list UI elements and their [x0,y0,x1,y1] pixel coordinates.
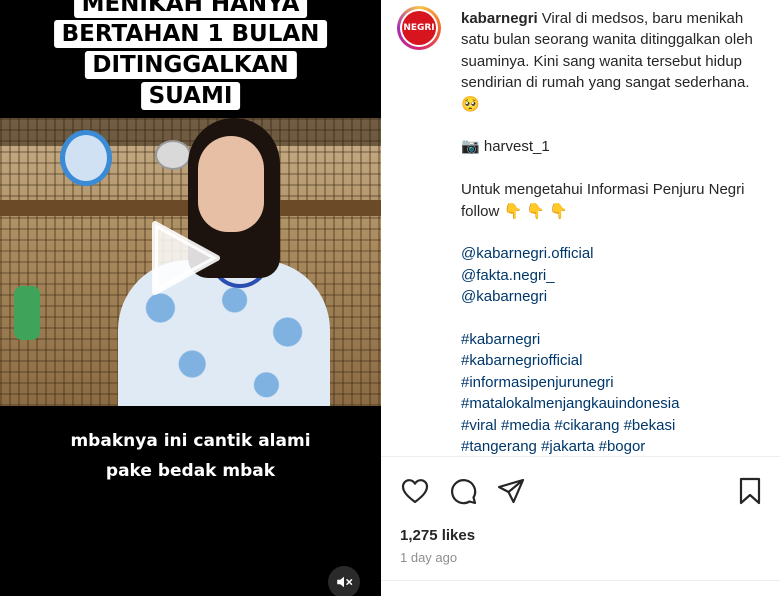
brand-logo: NEGRI [402,11,436,45]
bottom-caption-line-2: pake bedak mbak [105,461,276,481]
sad-face-icon: 🥺 [461,95,480,113]
video-player[interactable]: MENIKAH HANYA BERTAHAN 1 BULAN DITINGGAL… [0,0,381,596]
hashtag-link[interactable]: #kabarnegriofficial [461,350,761,371]
mention-link[interactable]: @kabarnegri.official [461,243,761,264]
credit-text: harvest_1 [483,138,550,156]
mention-link[interactable]: @kabarnegri [461,286,761,307]
green-bottle [14,286,40,340]
divider [381,580,780,581]
like-heart-icon[interactable] [400,476,430,506]
share-icon[interactable] [496,476,526,506]
username-link[interactable]: kabarnegri [461,10,538,27]
avatar[interactable]: NEGRI [397,6,441,50]
muted-speaker-icon[interactable] [328,566,360,596]
comment-icon[interactable] [448,476,478,506]
hashtag-link[interactable]: #matalokalmenjangkauindonesia [461,393,761,414]
pointing-down-icon: 👇 👇 👇 [503,202,568,220]
hashtag-link[interactable]: #kabarnegri [461,329,761,350]
bookmark-icon[interactable] [735,476,765,506]
pot [155,140,191,170]
video-bottom-caption: mbaknya ini cantik alami pake bedak mbak [0,426,381,486]
blue-bowl [60,130,112,186]
caption-line-2: BERTAHAN 1 BULAN [53,20,328,48]
post-timestamp[interactable]: 1 day ago [400,550,457,565]
hashtag-link[interactable]: #tangerang #jakarta #bogor [461,436,761,456]
play-icon[interactable] [143,218,223,298]
bottom-caption-line-1: mbaknya ini cantik alami [70,431,311,451]
video-top-caption: MENIKAH HANYA BERTAHAN 1 BULAN DITINGGAL… [0,0,381,118]
camera-icon: 📷 [461,138,480,156]
post-caption: kabarnegri Viral di medsos, baru menikah … [461,8,761,456]
hashtag-link[interactable]: #informasipenjurunegri [461,372,761,393]
mention-link[interactable]: @fakta.negri_ [461,265,761,286]
likes-count[interactable]: 1,275 likes [400,527,475,544]
frame-shadow [0,118,381,146]
divider [381,456,780,457]
action-bar [381,476,780,506]
caption-line-3: DITINGGALKAN [84,51,297,79]
caption-line-4: SUAMI [140,82,241,110]
hashtag-link[interactable]: #viral #media #cikarang #bekasi [461,415,761,436]
caption-line-1: MENIKAH HANYA [73,0,308,18]
post-panel: NEGRI kabarnegri Viral di medsos, baru me… [381,0,780,596]
